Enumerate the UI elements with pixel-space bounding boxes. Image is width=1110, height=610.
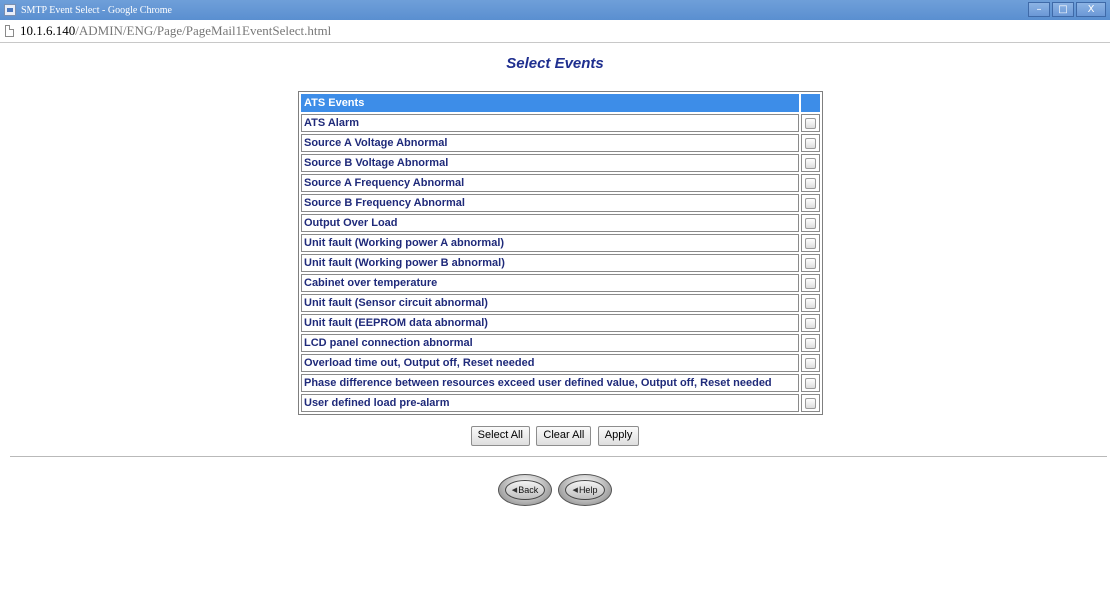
back-button-face: ◀ Back	[505, 480, 545, 500]
table-row: LCD panel connection abnormal	[301, 334, 820, 352]
window-controls: – □ X	[1028, 2, 1106, 17]
app-icon	[4, 4, 16, 16]
event-label: Source A Voltage Abnormal	[301, 134, 799, 152]
event-label: Unit fault (EEPROM data abnormal)	[301, 314, 799, 332]
help-button[interactable]: ◀ Help	[558, 474, 612, 506]
event-check-cell	[801, 394, 820, 412]
event-check-cell	[801, 234, 820, 252]
event-checkbox[interactable]	[805, 397, 816, 409]
apply-button[interactable]: Apply	[597, 426, 640, 446]
table-row: Overload time out, Output off, Reset nee…	[301, 354, 820, 372]
maximize-button[interactable]: □	[1052, 2, 1074, 17]
clear-all-button[interactable]: Clear All	[536, 426, 592, 446]
event-checkbox[interactable]	[805, 297, 816, 309]
help-button-label: Help	[578, 485, 598, 495]
event-label: Phase difference between resources excee…	[301, 374, 799, 392]
event-check-cell	[801, 374, 820, 392]
back-button[interactable]: ◀ Back	[498, 474, 552, 506]
table-row: ATS Alarm	[301, 114, 820, 132]
event-check-cell	[801, 174, 820, 192]
page-title: Select Events	[506, 55, 604, 72]
event-checkbox[interactable]	[805, 157, 816, 169]
event-check-cell	[801, 254, 820, 272]
event-label: LCD panel connection abnormal	[301, 334, 799, 352]
table-row: Phase difference between resources excee…	[301, 374, 820, 392]
table-row: Unit fault (EEPROM data abnormal)	[301, 314, 820, 332]
event-checkbox[interactable]	[805, 177, 816, 189]
back-arrow-icon: ◀	[511, 487, 518, 494]
event-check-cell	[801, 334, 820, 352]
event-checkbox[interactable]	[805, 117, 816, 129]
table-row: Source A Voltage Abnormal	[301, 134, 820, 152]
event-label: Source B Voltage Abnormal	[301, 154, 799, 172]
table-header-check-cell	[801, 94, 820, 112]
minimize-button[interactable]: –	[1028, 2, 1050, 17]
event-label: Source B Frequency Abnormal	[301, 194, 799, 212]
table-row: Source B Voltage Abnormal	[301, 154, 820, 172]
event-check-cell	[801, 354, 820, 372]
table-row: Cabinet over temperature	[301, 274, 820, 292]
event-checkbox[interactable]	[805, 217, 816, 229]
event-check-cell	[801, 154, 820, 172]
address-bar[interactable]: 10.1.6.140/ADMIN/ENG/Page/PageMail1Event…	[0, 20, 1110, 43]
event-check-cell	[801, 274, 820, 292]
help-arrow-icon: ◀	[572, 487, 578, 494]
event-check-cell	[801, 194, 820, 212]
table-row: Output Over Load	[301, 214, 820, 232]
event-check-cell	[801, 134, 820, 152]
event-checkbox[interactable]	[805, 197, 816, 209]
event-checkbox[interactable]	[805, 337, 816, 349]
event-label: Unit fault (Sensor circuit abnormal)	[301, 294, 799, 312]
select-all-button[interactable]: Select All	[470, 426, 530, 446]
event-label: Unit fault (Working power A abnormal)	[301, 234, 799, 252]
event-checkbox[interactable]	[805, 277, 816, 289]
event-check-cell	[801, 294, 820, 312]
event-label: Output Over Load	[301, 214, 799, 232]
event-checkbox[interactable]	[805, 237, 816, 249]
event-checkbox[interactable]	[805, 377, 816, 389]
window-title: SMTP Event Select - Google Chrome	[21, 4, 172, 16]
event-label: User defined load pre-alarm	[301, 394, 799, 412]
url-text[interactable]: 10.1.6.140/ADMIN/ENG/Page/PageMail1Event…	[20, 23, 331, 39]
event-checkbox[interactable]	[805, 317, 816, 329]
event-label: ATS Alarm	[301, 114, 799, 132]
event-label: Overload time out, Output off, Reset nee…	[301, 354, 799, 372]
help-button-face: ◀ Help	[565, 480, 605, 500]
table-row: Source A Frequency Abnormal	[301, 174, 820, 192]
url-host: 10.1.6.140	[20, 23, 76, 38]
event-label: Unit fault (Working power B abnormal)	[301, 254, 799, 272]
event-checkbox[interactable]	[805, 137, 816, 149]
table-header-label: ATS Events	[301, 94, 799, 112]
table-header-row: ATS Events	[301, 94, 820, 112]
table-row: User defined load pre-alarm	[301, 394, 820, 412]
event-check-cell	[801, 114, 820, 132]
url-path: /ADMIN/ENG/Page/PageMail1EventSelect.htm…	[75, 23, 332, 38]
events-table: ATS Events ATS Alarm Source A Voltage Abn…	[298, 91, 823, 415]
nav-buttons: ◀ Back ◀ Help	[0, 474, 1110, 506]
table-row: Unit fault (Working power A abnormal)	[301, 234, 820, 252]
event-label: Cabinet over temperature	[301, 274, 799, 292]
action-buttons: Select All Clear All Apply	[0, 425, 1110, 446]
event-checkbox[interactable]	[805, 257, 816, 269]
table-row: Unit fault (Working power B abnormal)	[301, 254, 820, 272]
close-button[interactable]: X	[1076, 2, 1106, 17]
table-row: Unit fault (Sensor circuit abnormal)	[301, 294, 820, 312]
event-check-cell	[801, 214, 820, 232]
window-title-bar: SMTP Event Select - Google Chrome – □ X	[0, 0, 1110, 20]
divider	[10, 456, 1107, 457]
table-row: Source B Frequency Abnormal	[301, 194, 820, 212]
back-button-label: Back	[518, 485, 539, 495]
event-check-cell	[801, 314, 820, 332]
page-icon	[5, 25, 14, 37]
event-label: Source A Frequency Abnormal	[301, 174, 799, 192]
event-checkbox[interactable]	[805, 357, 816, 369]
